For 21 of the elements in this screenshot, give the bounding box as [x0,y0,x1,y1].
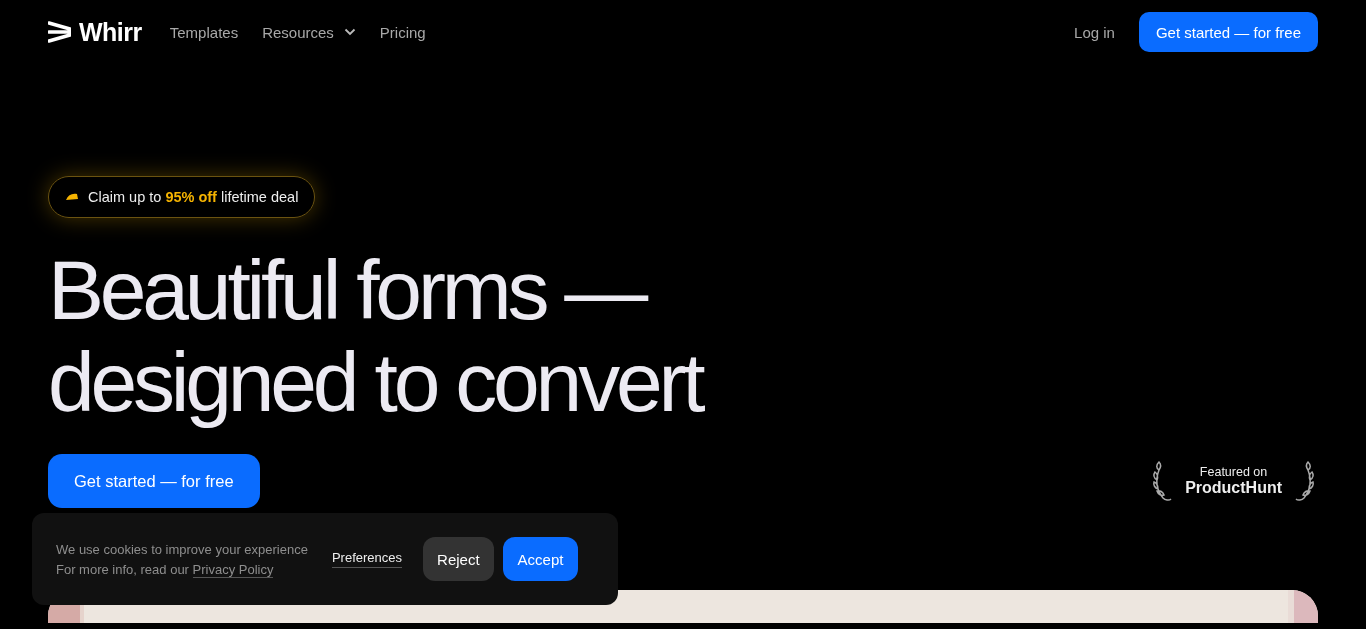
get-started-button[interactable]: Get started — for free [1138,12,1318,52]
get-started-button[interactable]: Get started — for free [48,454,260,508]
nav-link[interactable]: Pricing [379,23,426,41]
headline: Beautiful forms — [48,244,646,336]
accept-button[interactable]: Accept [502,537,579,581]
logo-icon [48,21,71,43]
nav-link[interactable]: Templates [169,23,239,41]
logo-text[interactable]: Whirr [79,17,142,47]
badge-text: Claim up to 95% off lifetime deal [88,189,299,205]
cookie-info-text: For more info, read our Privacy Policy [56,561,275,577]
tag-icon [65,192,79,202]
login-link[interactable]: Log in [1074,23,1115,41]
cookie-message: We use cookies to improve your experience [56,541,308,557]
featured-label: Featured on [1199,465,1268,479]
reject-button[interactable]: Reject [423,537,494,581]
privacy-policy-link[interactable]: Privacy Policy [192,561,274,578]
preferences-link[interactable]: Preferences [331,550,403,568]
headline: designed to convert [48,336,704,428]
producthunt-label: ProductHunt [1185,479,1282,497]
chevron-down-icon [343,28,356,36]
nav-dropdown[interactable]: Resources [262,23,356,41]
